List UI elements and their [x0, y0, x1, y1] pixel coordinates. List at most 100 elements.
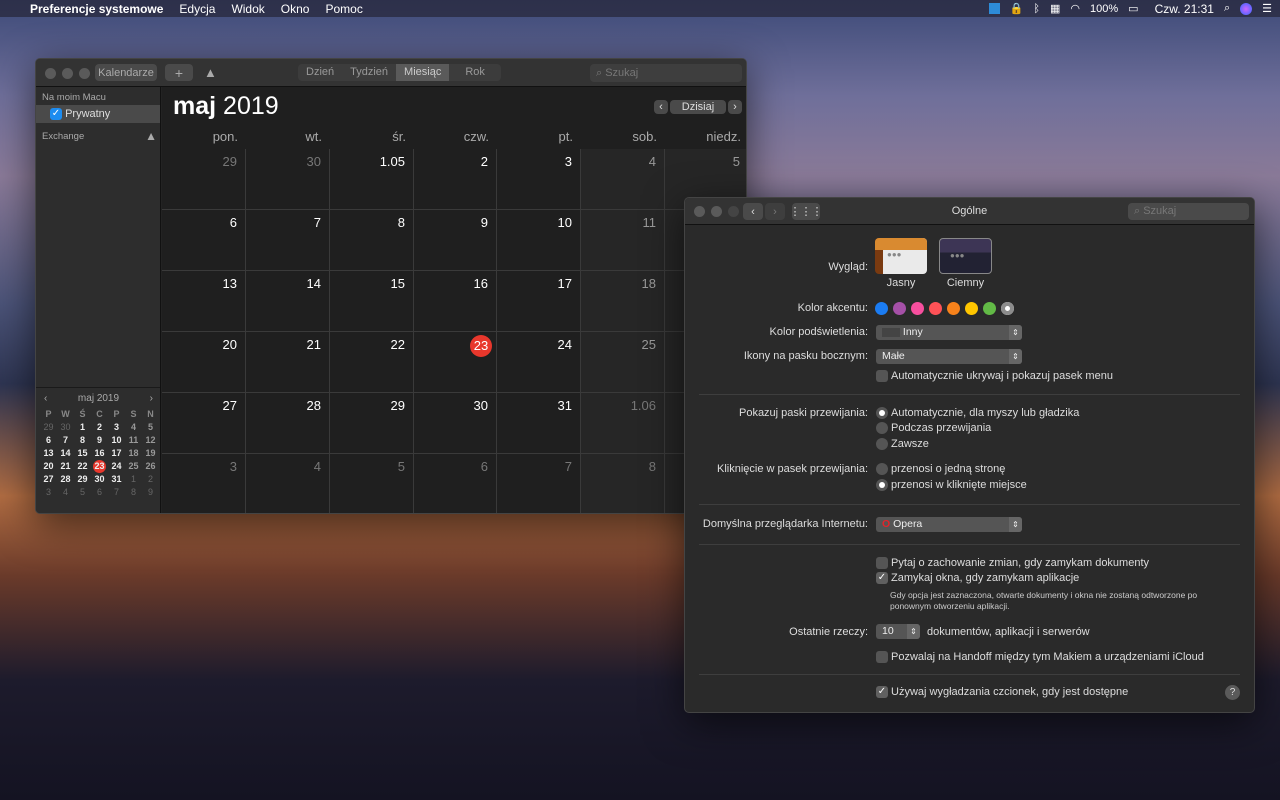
- mini-day[interactable]: 2: [142, 473, 159, 486]
- zoom-button[interactable]: [79, 68, 90, 79]
- accent-color-swatch[interactable]: [1001, 302, 1014, 315]
- mini-day[interactable]: 7: [108, 486, 125, 499]
- handoff-option[interactable]: Pozwalaj na Handoff między tym Makiem a …: [876, 651, 1204, 663]
- day-cell[interactable]: 6: [162, 210, 246, 271]
- day-cell[interactable]: 1.06: [581, 393, 665, 454]
- menu-pomoc[interactable]: Pomoc: [317, 2, 370, 16]
- accent-color-swatch[interactable]: [875, 302, 888, 315]
- autohide-menu-option[interactable]: Automatycznie ukrywaj i pokazuj pasek me…: [876, 370, 1113, 382]
- checkbox[interactable]: [876, 557, 888, 569]
- spotlight-icon[interactable]: ⌕: [1224, 2, 1230, 15]
- vpn-lock-icon[interactable]: 🔒: [1010, 2, 1024, 15]
- clock[interactable]: Czw. 21:31: [1155, 2, 1214, 16]
- scroll-option-scrolling[interactable]: Podczas przewijania: [876, 422, 991, 434]
- day-cell[interactable]: 22: [330, 332, 414, 393]
- mini-day[interactable]: 29: [74, 473, 91, 486]
- mini-day[interactable]: 28: [57, 473, 74, 486]
- today-button[interactable]: Dzisiaj: [670, 100, 726, 114]
- prev-month-button[interactable]: ‹: [654, 100, 668, 114]
- accent-color-swatch[interactable]: [983, 302, 996, 315]
- mini-day[interactable]: 24: [108, 460, 125, 473]
- battery-percent[interactable]: 100%: [1090, 3, 1118, 15]
- day-cell[interactable]: 10: [497, 210, 581, 271]
- warning-icon[interactable]: ▲: [145, 129, 157, 143]
- checkbox[interactable]: [876, 370, 888, 382]
- help-button[interactable]: ?: [1225, 685, 1240, 700]
- day-cell[interactable]: 9: [413, 210, 497, 271]
- radio-selected[interactable]: [876, 479, 888, 491]
- day-cell[interactable]: 8: [330, 210, 414, 271]
- appearance-light-thumbnail[interactable]: ●●●: [875, 238, 927, 274]
- next-month-button[interactable]: ›: [728, 100, 742, 114]
- day-cell[interactable]: 11: [581, 210, 665, 271]
- day-cell[interactable]: 31: [497, 393, 581, 454]
- highlight-color-select[interactable]: Inny ⇕: [876, 325, 1022, 340]
- day-cell[interactable]: 4: [246, 454, 330, 513]
- day-cell[interactable]: 1.05: [330, 149, 414, 210]
- tab-week[interactable]: Tydzień: [342, 64, 396, 81]
- radio-selected[interactable]: [876, 407, 888, 419]
- mini-day[interactable]: 12: [142, 434, 159, 447]
- ask-save-option[interactable]: Pytaj o zachowanie zmian, gdy zamykam do…: [876, 557, 1149, 569]
- notification-center-icon[interactable]: ☰: [1262, 2, 1272, 15]
- mini-prev-icon[interactable]: ‹: [44, 393, 47, 404]
- warning-icon[interactable]: ▲: [204, 65, 217, 80]
- calendar-item-prywatny[interactable]: ✓ Prywatny: [36, 105, 160, 123]
- mini-day[interactable]: 6: [91, 486, 108, 499]
- mini-next-icon[interactable]: ›: [150, 393, 153, 404]
- mini-day[interactable]: 17: [108, 447, 125, 460]
- battery-icon[interactable]: ▭: [1128, 2, 1138, 15]
- mini-day[interactable]: 5: [74, 486, 91, 499]
- accent-color-swatch[interactable]: [965, 302, 978, 315]
- mini-day[interactable]: 6: [40, 434, 57, 447]
- radio[interactable]: [876, 422, 888, 434]
- day-cell[interactable]: 29: [162, 149, 246, 210]
- day-cell[interactable]: 5: [330, 454, 414, 513]
- mini-day[interactable]: 1: [74, 421, 91, 434]
- mini-day[interactable]: 8: [74, 434, 91, 447]
- keyboard-icon[interactable]: ▦: [1050, 2, 1060, 15]
- mini-day[interactable]: 10: [108, 434, 125, 447]
- bluetooth-icon[interactable]: ᛒ: [1033, 3, 1040, 15]
- trello-icon[interactable]: [988, 3, 1000, 14]
- calendars-button[interactable]: Kalendarze: [95, 64, 157, 81]
- mini-day[interactable]: 30: [57, 421, 74, 434]
- mini-day[interactable]: 27: [40, 473, 57, 486]
- day-cell[interactable]: 6: [413, 454, 497, 513]
- close-button[interactable]: [45, 68, 56, 79]
- mini-day[interactable]: 2: [91, 421, 108, 434]
- mini-day[interactable]: 9: [142, 486, 159, 499]
- mini-day[interactable]: 15: [74, 447, 91, 460]
- mini-day[interactable]: 23: [91, 460, 108, 473]
- recent-items-stepper[interactable]: 10 ⇕: [876, 624, 920, 639]
- day-cell[interactable]: 30: [246, 149, 330, 210]
- accent-color-swatch[interactable]: [911, 302, 924, 315]
- default-browser-select[interactable]: O Opera ⇕: [876, 517, 1022, 532]
- sidebar-icon-size-select[interactable]: Małe ⇕: [876, 349, 1022, 364]
- mini-day[interactable]: 5: [142, 421, 159, 434]
- add-event-button[interactable]: +: [165, 64, 193, 81]
- day-cell[interactable]: 24: [497, 332, 581, 393]
- menu-widok[interactable]: Widok: [223, 2, 272, 16]
- day-cell[interactable]: 2: [413, 149, 497, 210]
- accent-color-swatch[interactable]: [893, 302, 906, 315]
- wifi-icon[interactable]: ◠: [1070, 2, 1080, 15]
- tab-day[interactable]: Dzień: [298, 64, 342, 81]
- font-smoothing-option[interactable]: ✓ Używaj wygładzania czcionek, gdy jest d…: [876, 686, 1128, 698]
- click-option-spot[interactable]: przenosi w kliknięte miejsce: [876, 479, 1027, 491]
- day-cell[interactable]: 7: [497, 454, 581, 513]
- day-cell[interactable]: 3: [162, 454, 246, 513]
- menu-okno[interactable]: Okno: [273, 2, 318, 16]
- day-cell[interactable]: 18: [581, 271, 665, 332]
- mini-day[interactable]: 11: [125, 434, 142, 447]
- mini-day[interactable]: 4: [125, 421, 142, 434]
- mini-day[interactable]: 29: [40, 421, 57, 434]
- mini-day[interactable]: 18: [125, 447, 142, 460]
- appearance-dark-thumbnail[interactable]: ●●●: [939, 238, 992, 274]
- day-cell[interactable]: 20: [162, 332, 246, 393]
- tab-month[interactable]: Miesiąc: [396, 64, 450, 81]
- day-cell[interactable]: 17: [497, 271, 581, 332]
- mini-day[interactable]: 13: [40, 447, 57, 460]
- minimize-button[interactable]: [62, 68, 73, 79]
- mini-day[interactable]: 8: [125, 486, 142, 499]
